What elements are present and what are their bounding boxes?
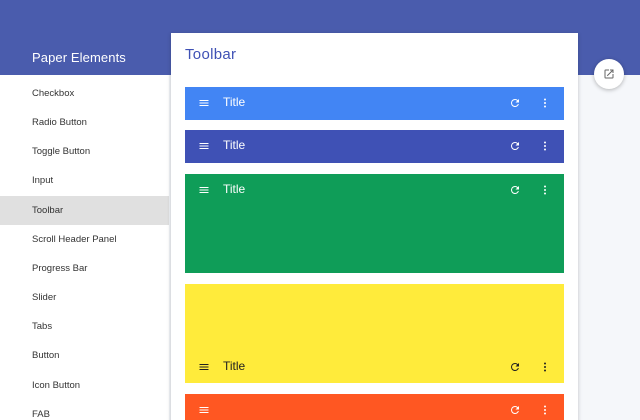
toolbar-row: Title [185, 130, 564, 162]
sidebar-item-radio-button[interactable]: Radio Button [0, 108, 169, 137]
refresh-icon[interactable] [507, 95, 523, 111]
sidebar-item-label: Input [32, 175, 54, 186]
sidebar-item-slider[interactable]: Slider [0, 283, 169, 312]
sidebar-item-label: Scroll Header Panel [32, 234, 117, 245]
open-in-new-icon [603, 68, 615, 80]
sidebar-item-label: Button [32, 350, 60, 361]
menu-icon[interactable] [196, 359, 212, 375]
sidebar-item-label: Radio Button [32, 117, 87, 128]
toolbar-indigo: Title [185, 130, 564, 163]
sidebar-item-label: Toggle Button [32, 146, 91, 157]
right-background [578, 75, 640, 420]
more-vert-icon[interactable] [537, 95, 553, 111]
sidebar-item-fab[interactable]: FAB [0, 400, 169, 420]
sidebar-item-label: Toolbar [32, 205, 64, 216]
sidebar-item-scroll-header-panel[interactable]: Scroll Header Panel [0, 225, 169, 254]
more-vert-icon[interactable] [537, 138, 553, 154]
sidebar-item-label: Tabs [32, 321, 53, 332]
refresh-icon[interactable] [507, 182, 523, 198]
refresh-icon[interactable] [507, 138, 523, 154]
sidebar-item-icon-button[interactable]: Icon Button [0, 371, 169, 400]
menu-icon[interactable] [196, 402, 212, 418]
menu-icon[interactable] [196, 138, 212, 154]
toolbar-blue: Title [185, 87, 564, 120]
toolbar-green-tall: Title [185, 174, 564, 273]
toolbar-orange [185, 394, 564, 420]
toolbar-yellow-tall: Title [185, 284, 564, 383]
sidebar-item-label: Slider [32, 292, 57, 303]
sidebar-item-checkbox[interactable]: Checkbox [0, 79, 169, 108]
refresh-icon[interactable] [507, 359, 523, 375]
sidebar-item-toolbar[interactable]: Toolbar [0, 196, 169, 225]
sidebar-item-input[interactable]: Input [0, 166, 169, 195]
sidebar: Paper Elements Checkbox Radio Button Tog… [0, 0, 169, 420]
toolbar-row: Title [185, 174, 564, 206]
sidebar-item-button[interactable]: Button [0, 341, 169, 370]
page-title: Toolbar [185, 46, 237, 63]
toolbar-title: Title [223, 182, 246, 196]
sidebar-header: Paper Elements [0, 0, 169, 75]
sidebar-item-label: FAB [32, 409, 50, 420]
more-vert-icon[interactable] [537, 402, 553, 418]
toolbar-row: Title [185, 351, 564, 383]
sidebar-item-label: Checkbox [32, 88, 75, 99]
more-vert-icon[interactable] [537, 182, 553, 198]
sidebar-item-label: Progress Bar [32, 263, 88, 274]
menu-icon[interactable] [196, 182, 212, 198]
toolbar-title: Title [223, 359, 246, 373]
sidebar-item-toggle-button[interactable]: Toggle Button [0, 137, 169, 166]
sidebar-item-progress-bar[interactable]: Progress Bar [0, 254, 169, 283]
toolbar-title: Title [223, 95, 246, 109]
refresh-icon[interactable] [507, 402, 523, 418]
sidebar-item-tabs[interactable]: Tabs [0, 312, 169, 341]
content-card: Toolbar Title Title Title Title [171, 33, 578, 420]
toolbar-row [185, 394, 564, 420]
toolbar-row: Title [185, 87, 564, 119]
menu-icon[interactable] [196, 95, 212, 111]
sidebar-title: Paper Elements [32, 50, 126, 65]
open-in-new-button[interactable] [594, 59, 624, 89]
toolbar-title: Title [223, 138, 246, 152]
more-vert-icon[interactable] [537, 359, 553, 375]
sidebar-item-label: Icon Button [32, 380, 81, 391]
